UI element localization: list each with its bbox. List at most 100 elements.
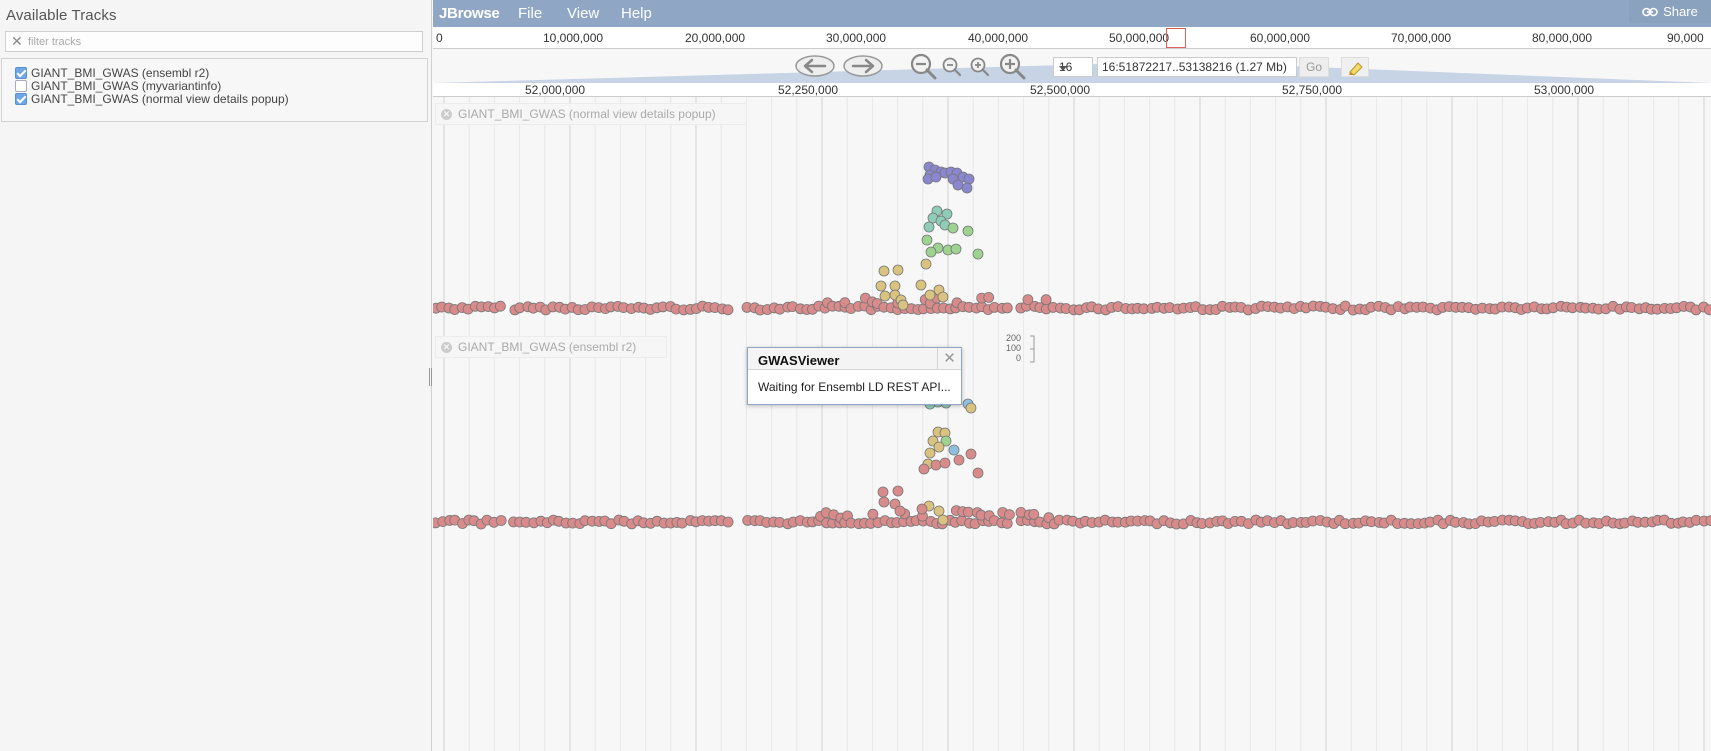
- track-list-item[interactable]: GIANT_BMI_GWAS (myvariantinfo): [15, 79, 221, 93]
- snp-point: [937, 291, 949, 303]
- track-list-item[interactable]: GIANT_BMI_GWAS (ensembl r2): [15, 66, 209, 80]
- snp-point: [1040, 294, 1052, 306]
- menu-view[interactable]: View: [567, 5, 599, 22]
- snp-point: [983, 291, 995, 303]
- zoom-out-big-icon[interactable]: [910, 53, 938, 81]
- snp-point: [962, 225, 974, 237]
- track-label[interactable]: ✕ GIANT_BMI_GWAS (ensembl r2): [435, 336, 668, 358]
- snp-point: [1001, 302, 1013, 314]
- snp-point: [495, 300, 506, 312]
- snp-point: [916, 503, 928, 515]
- close-track-icon[interactable]: ✕: [441, 109, 452, 120]
- overview-tick-label: 70,000,000: [1391, 31, 1452, 45]
- snp-point: [920, 258, 932, 270]
- share-label: Share: [1663, 4, 1698, 19]
- snp-point: [953, 454, 965, 466]
- highlight-icon: [1349, 62, 1363, 76]
- snp-point: [722, 516, 734, 528]
- ruler-tick-label: 53,000,000: [1534, 83, 1595, 97]
- y-scale-label: 200: [1006, 333, 1022, 343]
- filter-tracks-input[interactable]: [26, 33, 416, 50]
- menu-help[interactable]: Help: [621, 5, 652, 22]
- highlight-button[interactable]: [1341, 57, 1369, 77]
- snp-point: [722, 304, 734, 316]
- track-area[interactable]: ✕ GIANT_BMI_GWAS (normal view details po…: [433, 97, 1711, 751]
- snp-point: [948, 444, 960, 456]
- menu-bar: JBrowse File View Help Share: [433, 0, 1711, 27]
- overview-ruler[interactable]: 0 10,000,000 20,000,000 30,000,000 40,00…: [433, 27, 1711, 49]
- panel-splitter-handle[interactable]: [429, 368, 432, 386]
- app-logo[interactable]: JBrowse: [439, 5, 500, 22]
- overview-tick-label: 90,000: [1667, 31, 1704, 45]
- close-track-icon[interactable]: ✕: [441, 342, 452, 353]
- chromosome-select[interactable]: 16: [1053, 57, 1093, 77]
- track-checkbox[interactable]: [15, 93, 27, 105]
- snp-point: [892, 264, 904, 276]
- zoom-out-icon[interactable]: [942, 57, 962, 77]
- clear-filter-icon[interactable]: ✕: [11, 33, 23, 50]
- menu-file[interactable]: File: [518, 5, 542, 22]
- overview-tick-label: 40,000,000: [968, 31, 1029, 45]
- track-label-text: GIANT_BMI_GWAS (normal view details popu…: [458, 107, 716, 121]
- snp-point: [963, 173, 975, 185]
- track-list-item-label: GIANT_BMI_GWAS (normal view details popu…: [31, 92, 289, 106]
- snp-point: [933, 505, 945, 517]
- overview-tick-label: 80,000,000: [1532, 31, 1593, 45]
- track-list-item[interactable]: GIANT_BMI_GWAS (normal view details popu…: [15, 92, 289, 106]
- snp-point: [950, 243, 962, 255]
- share-button[interactable]: Share: [1629, 0, 1711, 23]
- ruler-tick-label: 52,250,000: [778, 83, 839, 97]
- panel-title: Available Tracks: [6, 7, 117, 24]
- pan-right-icon[interactable]: [843, 55, 883, 77]
- y-scale-label: 0: [1016, 353, 1022, 363]
- snp-point: [924, 447, 936, 459]
- track-list: GIANT_BMI_GWAS (ensembl r2) GIANT_BMI_GW…: [1, 58, 428, 122]
- overview-tick-label: 0: [436, 31, 443, 45]
- close-icon[interactable]: ✕: [937, 348, 961, 370]
- ruler-tick-label: 52,750,000: [1282, 83, 1343, 97]
- zoom-in-big-icon[interactable]: [999, 53, 1027, 81]
- track-selector-panel: Available Tracks ✕ GIANT_BMI_GWAS (ensem…: [0, 0, 432, 751]
- go-button[interactable]: Go: [1299, 57, 1329, 77]
- snp-point: [1004, 509, 1015, 521]
- snp-point: [930, 459, 942, 471]
- snp-point: [961, 182, 973, 194]
- track-list-item-label: GIANT_BMI_GWAS (myvariantinfo): [31, 79, 222, 93]
- snp-point: [875, 280, 887, 292]
- track-label-text: GIANT_BMI_GWAS (ensembl r2): [458, 340, 637, 354]
- snp-point: [915, 279, 927, 291]
- detail-ruler: 52,000,000 52,250,000 52,500,000 52,750,…: [433, 83, 1711, 97]
- snp-point: [1704, 304, 1711, 316]
- y-scale: 200 100 0: [1006, 333, 1021, 363]
- snp-point: [918, 463, 930, 475]
- dialog-title: GWASViewer: [758, 353, 840, 368]
- track-checkbox[interactable]: [15, 80, 27, 92]
- snp-point: [933, 441, 945, 453]
- pan-left-icon[interactable]: [795, 55, 835, 77]
- overview-tick-label: 20,000,000: [685, 31, 746, 45]
- chevron-down-icon: [1059, 66, 1067, 75]
- overview-location-marker[interactable]: [1166, 28, 1186, 48]
- y-scale-label: 100: [1006, 343, 1022, 353]
- snp-point: [924, 289, 936, 301]
- gwas-plots[interactable]: [433, 97, 1711, 751]
- track-checkbox[interactable]: [15, 67, 27, 79]
- dialog-titlebar[interactable]: GWASViewer ✕: [748, 348, 961, 370]
- location-input[interactable]: [1097, 57, 1297, 77]
- snp-point: [952, 179, 964, 191]
- snp-point: [972, 248, 984, 260]
- snp-point: [892, 485, 904, 497]
- ruler-tick-label: 52,500,000: [1030, 83, 1091, 97]
- zoom-in-icon[interactable]: [970, 57, 990, 77]
- track-list-item-label: GIANT_BMI_GWAS (ensembl r2): [31, 66, 210, 80]
- snp-point: [965, 448, 977, 460]
- track-label[interactable]: ✕ GIANT_BMI_GWAS (normal view details po…: [435, 103, 747, 125]
- snp-point: [879, 290, 891, 302]
- snp-point: [878, 265, 890, 277]
- snp-point: [877, 486, 889, 498]
- snp-point: [972, 467, 984, 479]
- y-scale-axis: [1030, 335, 1035, 363]
- snp-point: [947, 222, 959, 234]
- overview-tick-label: 10,000,000: [543, 31, 604, 45]
- snp-point: [921, 234, 933, 246]
